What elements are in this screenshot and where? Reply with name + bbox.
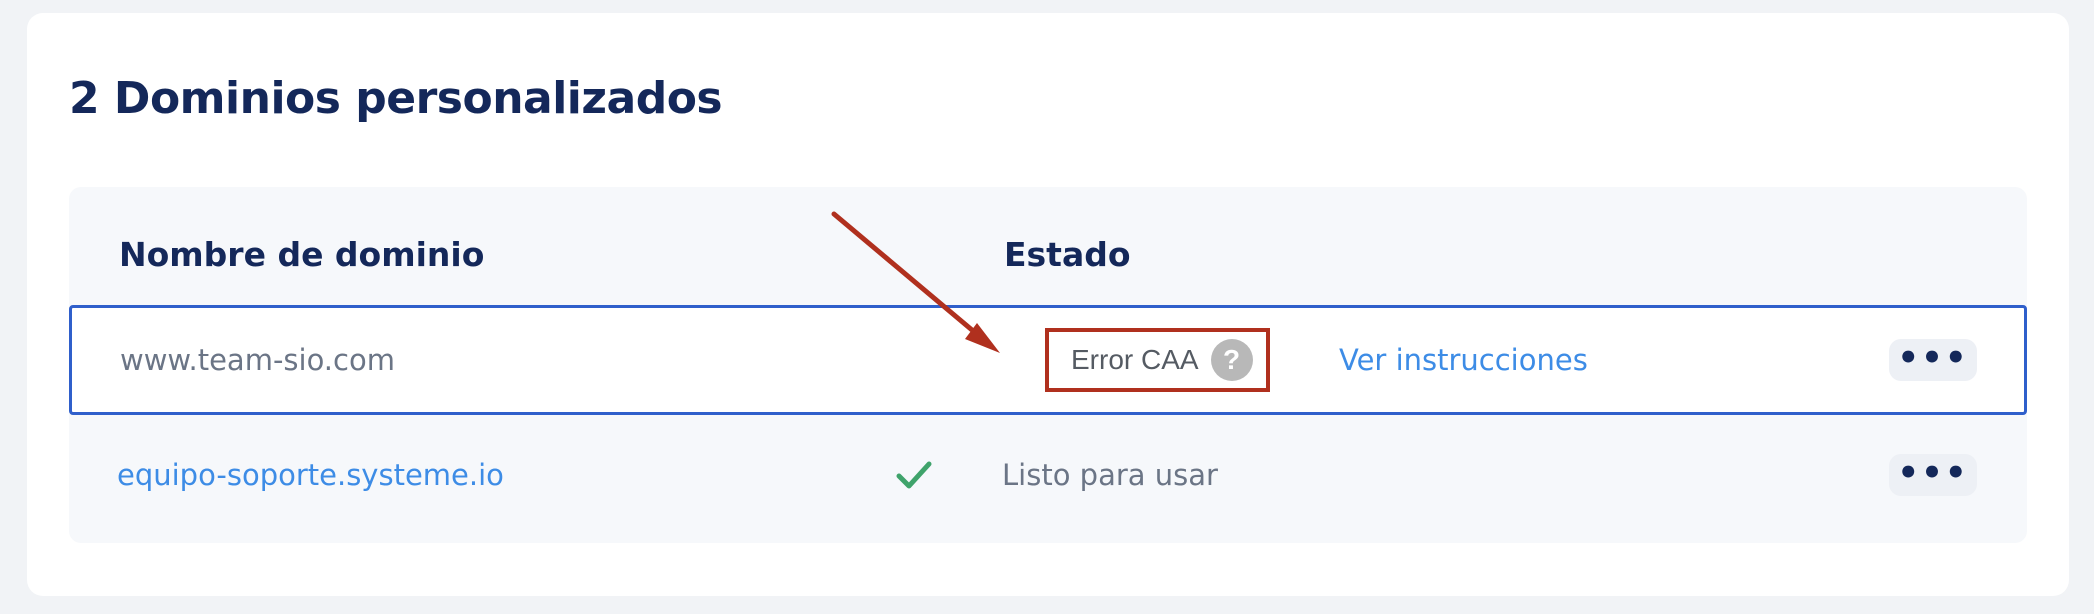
status-error-badge: Error CAA ? (1045, 328, 1270, 392)
check-icon (896, 461, 932, 489)
domains-card: 2 Dominios personalizados Nombre de domi… (27, 13, 2069, 596)
status-text: Listo para usar (1002, 458, 1218, 492)
domain-name: www.team-sio.com (120, 343, 395, 377)
table-row-team-sio: www.team-sio.com Error CAA ? Ver instruc… (69, 305, 2027, 415)
domain-name-link[interactable]: equipo-soporte.systeme.io (117, 458, 504, 492)
more-options-button[interactable]: ••• (1889, 339, 1977, 381)
page-title: 2 Dominios personalizados (69, 73, 723, 124)
table-row-equipo-soporte: equipo-soporte.systeme.io Listo para usa… (69, 420, 2027, 530)
status-text: Error CAA (1071, 344, 1199, 375)
question-circle-icon[interactable]: ? (1210, 339, 1253, 381)
column-header-domain: Nombre de dominio (119, 235, 485, 274)
domains-table: Nombre de dominio Estado www.team-sio.co… (69, 187, 2027, 543)
column-header-status: Estado (1004, 235, 1131, 274)
view-instructions-link[interactable]: Ver instrucciones (1339, 343, 1588, 377)
more-options-button[interactable]: ••• (1889, 454, 1977, 496)
